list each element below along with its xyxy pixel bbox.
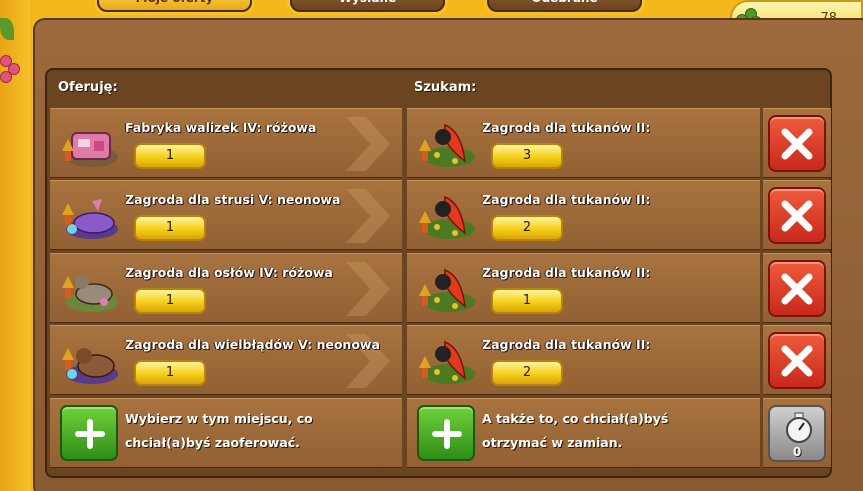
seek-item-name: Zagroda dla tukanów II: [482, 337, 651, 352]
add-offer-button[interactable] [60, 405, 118, 461]
seek-item-name: Zagroda dla tukanów II: [482, 120, 651, 135]
leaf-icon [0, 18, 14, 40]
quantity-field[interactable]: 1 [134, 288, 206, 314]
seek-item-name: Zagroda dla tukanów II: [482, 265, 651, 280]
arrow-right-icon [346, 117, 390, 171]
delete-offer-button[interactable] [768, 260, 826, 317]
seek-row: Zagroda dla tukanów II: 1 [407, 253, 760, 323]
offer-item-name: Zagroda dla wielbłądów V: neonowa [125, 337, 380, 352]
quantity-field[interactable]: 1 [134, 215, 206, 241]
offer-row: Zagroda dla strusi V: neonowa 1 [50, 180, 402, 250]
close-icon [781, 273, 813, 305]
toucan-pen-icon [419, 195, 475, 239]
tab-sent[interactable]: Wysłane [290, 0, 445, 12]
action-cell [763, 253, 831, 323]
add-seek-row: A także to, co chciał(a)byś otrzymać w z… [407, 398, 760, 468]
add-offer-row: Wybierz w tym miejscu, co chciał(a)byś z… [50, 398, 402, 468]
offer-header: Oferuję: [58, 80, 118, 95]
arrow-right-icon [346, 262, 390, 316]
toucan-pen-icon [419, 340, 475, 384]
offer-row: Zagroda dla osłów IV: różowa 1 [50, 253, 402, 323]
quantity-field[interactable]: 2 [491, 215, 563, 241]
seek-header: Szukam: [414, 80, 477, 95]
seek-item-name: Zagroda dla tukanów II: [482, 192, 651, 207]
stopwatch-icon [786, 412, 812, 443]
add-offer-hint: Wybierz w tym miejscu, co chciał(a)byś z… [125, 411, 313, 450]
quantity-field[interactable]: 2 [491, 360, 563, 386]
delete-offer-button[interactable] [768, 115, 826, 172]
close-icon [781, 345, 813, 377]
add-seek-hint: A także to, co chciał(a)byś otrzymać w z… [482, 411, 669, 450]
quantity-field[interactable]: 1 [491, 288, 563, 314]
seek-row: Zagroda dla tukanów II: 2 [407, 325, 760, 395]
offer-row: Fabryka walizek IV: różowa 1 [50, 108, 402, 178]
suitcase-factory-icon [62, 132, 118, 167]
arrow-right-icon [346, 189, 390, 243]
flower-icon [0, 55, 22, 91]
tab-received[interactable]: Odebrane [487, 0, 642, 12]
close-icon [781, 200, 813, 232]
delete-offer-button[interactable] [768, 332, 826, 389]
toucan-pen-icon [419, 268, 475, 312]
quantity-field[interactable]: 1 [134, 360, 206, 386]
delete-offer-button[interactable] [768, 187, 826, 244]
toucan-pen-icon [419, 123, 475, 167]
offer-item-name: Fabryka walizek IV: różowa [125, 120, 317, 135]
quantity-field[interactable]: 3 [491, 143, 563, 169]
close-icon [781, 128, 813, 160]
action-cell [763, 108, 831, 178]
timer-cell: 0 [763, 398, 831, 468]
donkey-pen-icon [62, 275, 118, 312]
camel-pen-icon [62, 348, 118, 384]
action-cell [763, 325, 831, 395]
offer-row: Zagroda dla wielbłądów V: neonowa 1 [50, 325, 402, 395]
quantity-field[interactable]: 1 [134, 143, 206, 169]
tab-my-offers[interactable]: Moje oferty [97, 0, 252, 12]
add-seek-button[interactable] [417, 405, 475, 461]
seek-row: Zagroda dla tukanów II: 3 [407, 108, 760, 178]
timer-button[interactable]: 0 [768, 405, 826, 462]
left-decoration [0, 0, 30, 491]
action-cell [763, 180, 831, 250]
ostrich-pen-icon [62, 199, 118, 239]
offer-item-name: Zagroda dla strusi V: neonowa [125, 192, 341, 207]
offer-item-name: Zagroda dla osłów IV: różowa [125, 265, 333, 280]
seek-row: Zagroda dla tukanów II: 2 [407, 180, 760, 250]
timer-count: 0 [792, 445, 802, 459]
plus-icon [75, 419, 105, 449]
plus-icon [432, 419, 462, 449]
